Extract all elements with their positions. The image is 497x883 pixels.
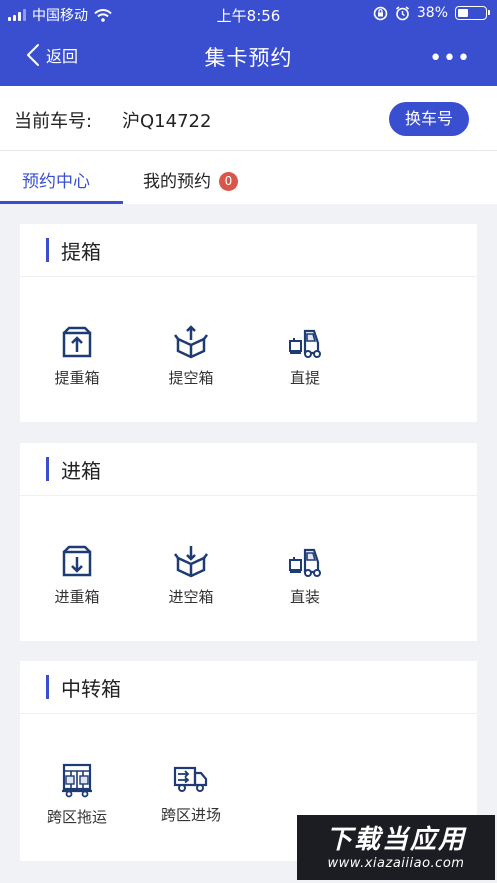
open-box-up-arrow-icon bbox=[174, 325, 208, 359]
deliver-full-button[interactable]: 进重箱 bbox=[31, 544, 123, 607]
item-label: 直提 bbox=[289, 369, 320, 387]
nav-bar: 返回 集卡预约 ••• bbox=[0, 28, 497, 86]
tab-label: 预约中心 bbox=[22, 172, 90, 192]
section-delivery: 进箱 进重箱 进空箱 直装 bbox=[20, 443, 477, 641]
count-badge: 0 bbox=[219, 172, 238, 191]
box-down-arrow-icon bbox=[62, 545, 92, 577]
direct-pickup-button[interactable]: 直提 bbox=[259, 325, 351, 388]
status-bar: 中国移动 上午8:56 38% bbox=[0, 0, 497, 28]
forklift-icon bbox=[289, 548, 321, 577]
container-trailer-icon bbox=[62, 763, 92, 798]
battery-icon bbox=[455, 6, 490, 20]
delivery-truck-icon bbox=[173, 766, 208, 792]
item-label: 直装 bbox=[289, 588, 320, 606]
cross-zone-haul-button[interactable]: 跨区拖运 bbox=[31, 762, 123, 827]
plate-number: 沪Q14722 bbox=[122, 111, 212, 132]
section-title: 中转箱 bbox=[61, 677, 121, 701]
item-label: 提重箱 bbox=[54, 369, 100, 387]
forklift-icon bbox=[289, 329, 321, 358]
top-bar: 中国移动 上午8:56 38% 返回 集卡预约 ••• bbox=[0, 0, 497, 86]
tab-bar: 预约中心 我的预约 0 bbox=[0, 151, 497, 204]
active-tab-indicator bbox=[0, 201, 123, 204]
open-box-down-arrow-icon bbox=[174, 546, 208, 578]
rotation-lock-icon bbox=[373, 6, 388, 20]
section-header: 进箱 bbox=[20, 443, 477, 496]
pickup-full-button[interactable]: 提重箱 bbox=[31, 325, 123, 388]
section-title: 进箱 bbox=[61, 459, 101, 483]
cross-zone-entry-button[interactable]: 跨区进场 bbox=[145, 762, 237, 825]
item-label: 进重箱 bbox=[54, 588, 100, 606]
item-label: 提空箱 bbox=[168, 369, 214, 387]
battery-fill bbox=[458, 9, 468, 17]
section-pickup: 提箱 提重箱 提空箱 直提 bbox=[20, 224, 477, 422]
section-items: 提重箱 提空箱 直提 bbox=[20, 277, 477, 422]
tab-booking-center[interactable]: 预约中心 bbox=[22, 167, 90, 192]
section-accent-bar bbox=[46, 675, 49, 699]
item-label: 跨区进场 bbox=[160, 806, 221, 824]
direct-load-button[interactable]: 直装 bbox=[259, 544, 351, 607]
section-header: 提箱 bbox=[20, 224, 477, 277]
section-accent-bar bbox=[46, 238, 49, 262]
page-title: 集卡预约 bbox=[204, 46, 293, 70]
tab-my-bookings[interactable]: 我的预约 0 bbox=[143, 167, 238, 192]
alarm-icon bbox=[395, 5, 409, 20]
item-label: 进空箱 bbox=[168, 588, 214, 606]
tab-label: 我的预约 bbox=[143, 172, 211, 192]
battery-percent: 38% bbox=[416, 5, 448, 21]
watermark-logo: 下载当应用 www.xiazaiiiao.com bbox=[297, 815, 495, 880]
watermark-title: 下载当应用 bbox=[325, 825, 466, 855]
item-label: 跨区拖运 bbox=[46, 808, 107, 826]
section-header: 中转箱 bbox=[20, 661, 477, 714]
pickup-empty-button[interactable]: 提空箱 bbox=[145, 325, 237, 388]
plate-bar: 当前车号: 沪Q14722 换车号 bbox=[0, 86, 497, 151]
change-plate-button[interactable]: 换车号 bbox=[389, 102, 469, 136]
plate-label: 当前车号: bbox=[14, 111, 93, 132]
section-items: 进重箱 进空箱 直装 bbox=[20, 496, 477, 641]
section-title: 提箱 bbox=[61, 240, 101, 264]
deliver-empty-button[interactable]: 进空箱 bbox=[145, 544, 237, 607]
more-menu-icon[interactable]: ••• bbox=[429, 46, 471, 71]
section-accent-bar bbox=[46, 457, 49, 481]
status-right: 38% bbox=[373, 5, 490, 21]
box-up-arrow-icon bbox=[62, 326, 92, 358]
watermark-url: www.xiazaiiiao.com bbox=[327, 856, 465, 871]
